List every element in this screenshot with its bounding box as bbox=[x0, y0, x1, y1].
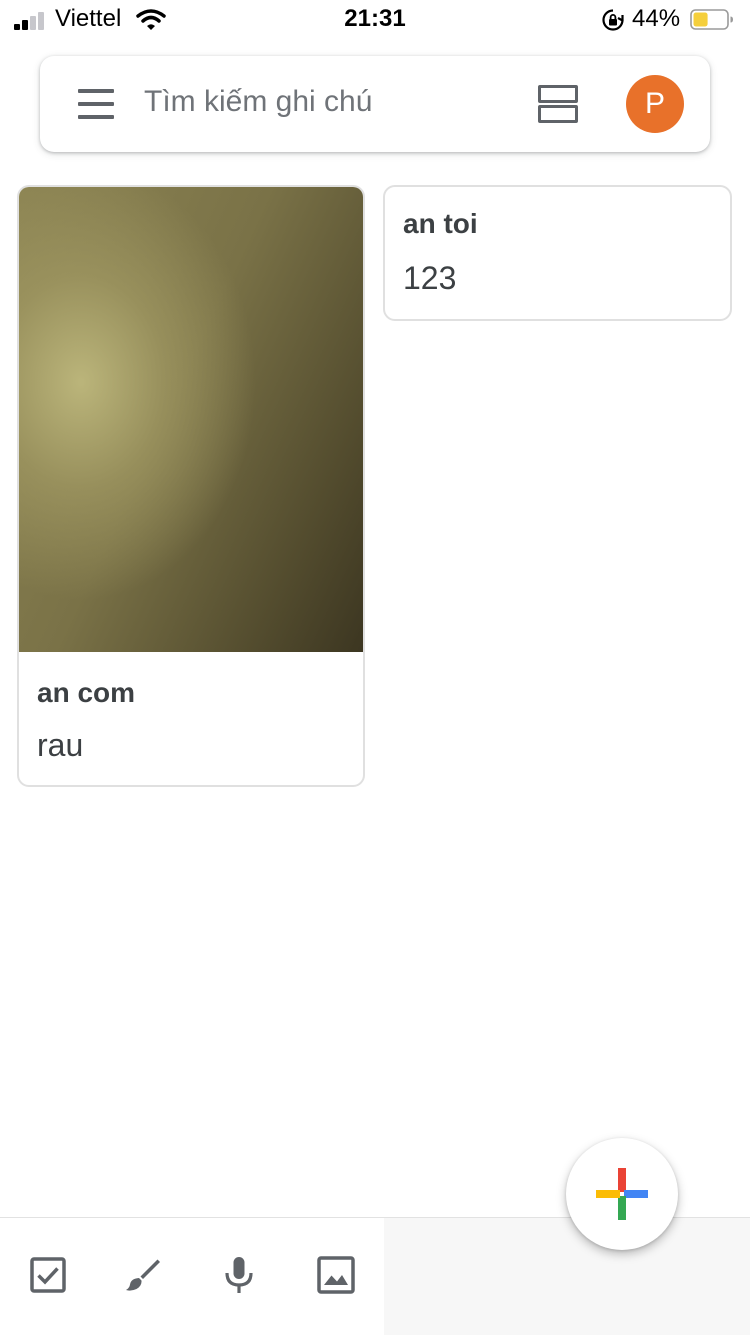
new-note-button[interactable] bbox=[566, 1138, 678, 1250]
checkbox-icon bbox=[30, 1257, 66, 1293]
new-drawing-button[interactable] bbox=[123, 1255, 163, 1295]
note-title: an com bbox=[37, 677, 136, 708]
search-input[interactable]: Tìm kiếm ghi chú bbox=[144, 85, 372, 119]
search-bar[interactable]: Tìm kiếm ghi chú P bbox=[40, 56, 710, 152]
avatar[interactable]: P bbox=[626, 75, 684, 133]
hamburger-menu-icon[interactable] bbox=[78, 89, 114, 119]
note-body: 123 bbox=[403, 260, 457, 296]
plus-icon bbox=[596, 1168, 648, 1220]
note-card[interactable]: an toi 123 bbox=[383, 185, 732, 321]
new-image-button[interactable] bbox=[316, 1255, 356, 1295]
status-bar: Viettel 21:31 44% bbox=[0, 0, 750, 40]
note-body: rau bbox=[37, 727, 84, 763]
new-list-button[interactable] bbox=[28, 1255, 68, 1295]
battery-percentage: 44% bbox=[632, 5, 681, 32]
note-image bbox=[19, 187, 363, 652]
note-title: an toi bbox=[403, 208, 478, 239]
battery-icon bbox=[690, 9, 733, 30]
image-icon bbox=[317, 1256, 355, 1294]
brush-icon bbox=[126, 1259, 160, 1291]
note-card[interactable]: an com rau bbox=[17, 185, 365, 787]
orientation-lock-icon bbox=[602, 9, 624, 31]
microphone-icon bbox=[225, 1257, 253, 1293]
new-audio-button[interactable] bbox=[219, 1255, 259, 1295]
list-view-icon[interactable] bbox=[538, 85, 578, 123]
